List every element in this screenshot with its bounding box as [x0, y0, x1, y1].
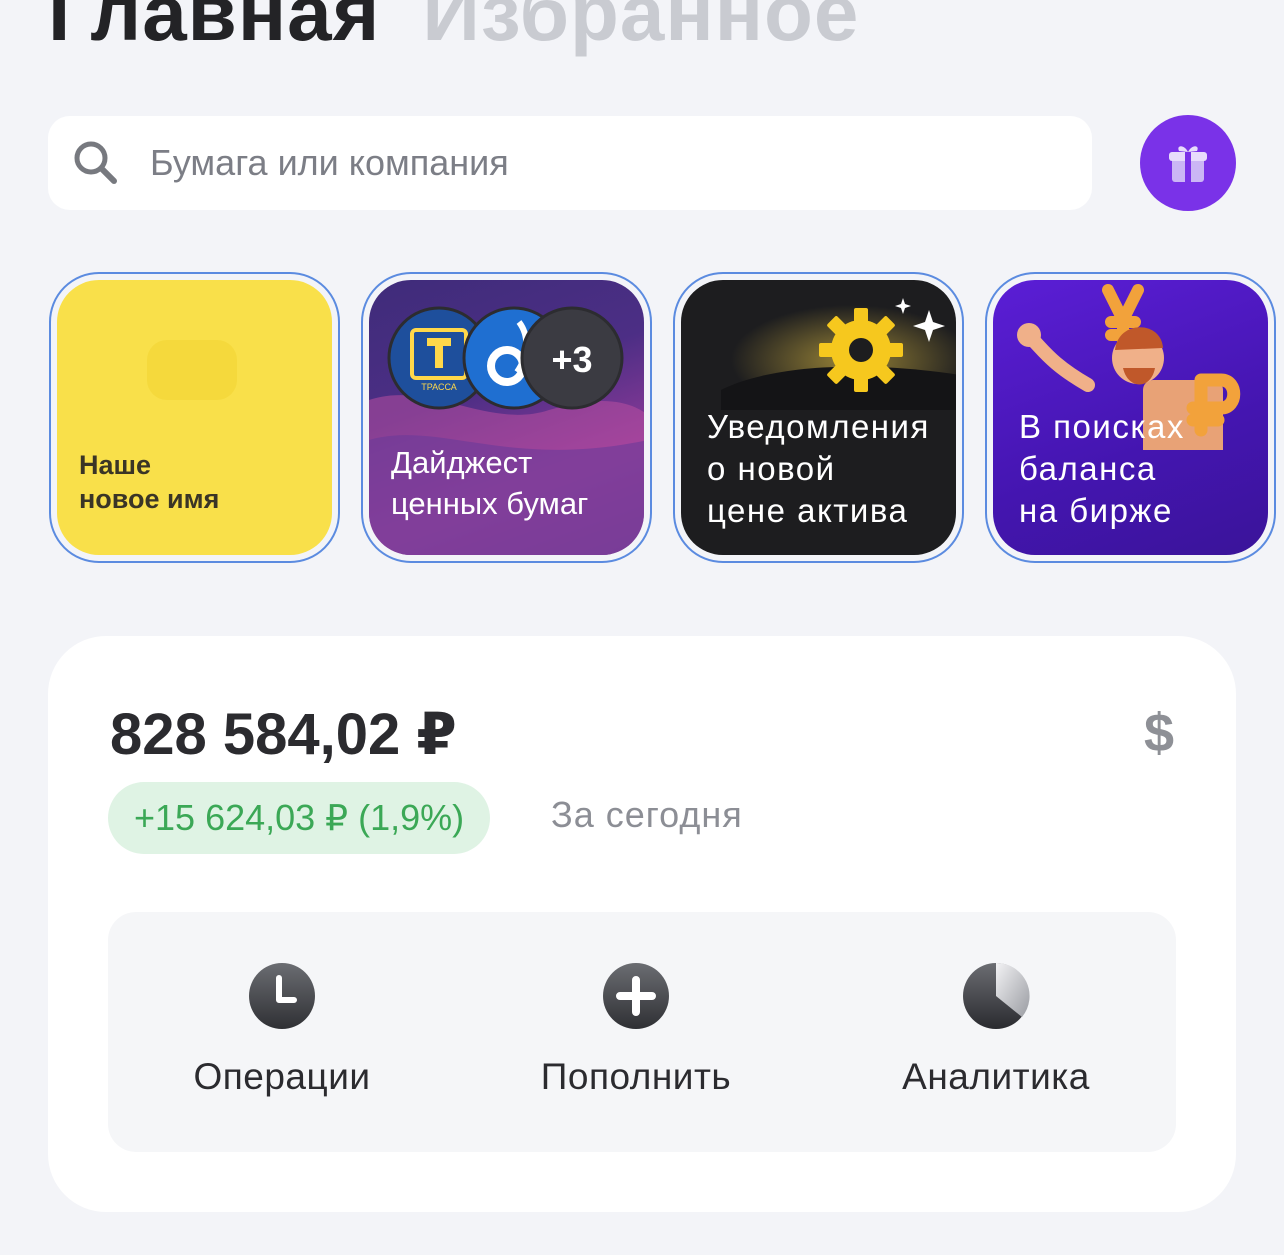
story-title: Уведомления о новой цене актива — [707, 408, 930, 529]
story-cover: Наше новое имя — [57, 280, 332, 555]
story-price-alerts[interactable]: Уведомления о новой цене актива — [673, 272, 964, 563]
story-title: Дайджест ценных бумаг — [391, 445, 589, 521]
story-new-name[interactable]: Наше новое имя — [49, 272, 340, 563]
currency-toggle-button[interactable]: $ — [1144, 702, 1174, 764]
operations-button[interactable]: Операции — [112, 962, 452, 1098]
pie-chart-icon — [963, 962, 1030, 1029]
search-icon — [74, 141, 117, 184]
gift-button[interactable] — [1140, 115, 1236, 211]
story-securities-digest[interactable]: ТРАССА +3 Дайджест ценных бумаг — [361, 272, 652, 563]
quick-actions-panel: Операции Пополнить Аналитика — [108, 912, 1176, 1152]
clock-icon — [249, 963, 315, 1029]
daily-change-value: +15 624,03 ₽ (1,9%) — [134, 797, 465, 838]
gear-icon — [721, 298, 956, 410]
tab-favorites[interactable]: Избранное — [422, 0, 859, 68]
portfolio-balance: 828 584,02 ₽ — [110, 702, 457, 767]
story-title: В поисках баланса на бирже — [1019, 408, 1185, 529]
story-cover: В поисках баланса на бирже — [993, 280, 1268, 555]
tab-home[interactable]: Главная — [48, 0, 380, 68]
more-count-badge: +3 — [551, 339, 592, 380]
trassa-label: ТРАССА — [421, 382, 457, 392]
search-input[interactable] — [148, 141, 972, 185]
change-period-label: За сегодня — [551, 794, 743, 835]
gift-icon — [1169, 146, 1207, 182]
portfolio-card[interactable]: 828 584,02 ₽ $ +15 624,03 ₽ (1,9%) За се… — [48, 636, 1236, 1212]
search-bar[interactable] — [48, 116, 1092, 210]
daily-change-badge: +15 624,03 ₽ (1,9%) — [108, 782, 491, 854]
operations-label: Операции — [193, 1056, 371, 1097]
top-up-label: Пополнить — [540, 1056, 732, 1097]
analytics-button[interactable]: Аналитика — [826, 962, 1166, 1098]
plus-circle-icon — [603, 963, 669, 1029]
story-title: Наше новое имя — [79, 450, 220, 514]
story-cover: ТРАССА +3 Дайджест ценных бумаг — [369, 280, 644, 555]
story-cover: Уведомления о новой цене актива — [681, 280, 956, 555]
company-logos-icon: ТРАССА +3 — [387, 306, 624, 410]
analytics-label: Аналитика — [902, 1056, 1090, 1097]
story-market-balance[interactable]: В поисках баланса на бирже — [985, 272, 1276, 563]
top-up-button[interactable]: Пополнить — [466, 962, 806, 1098]
header-tabs: Главная Избранное — [48, 0, 859, 68]
